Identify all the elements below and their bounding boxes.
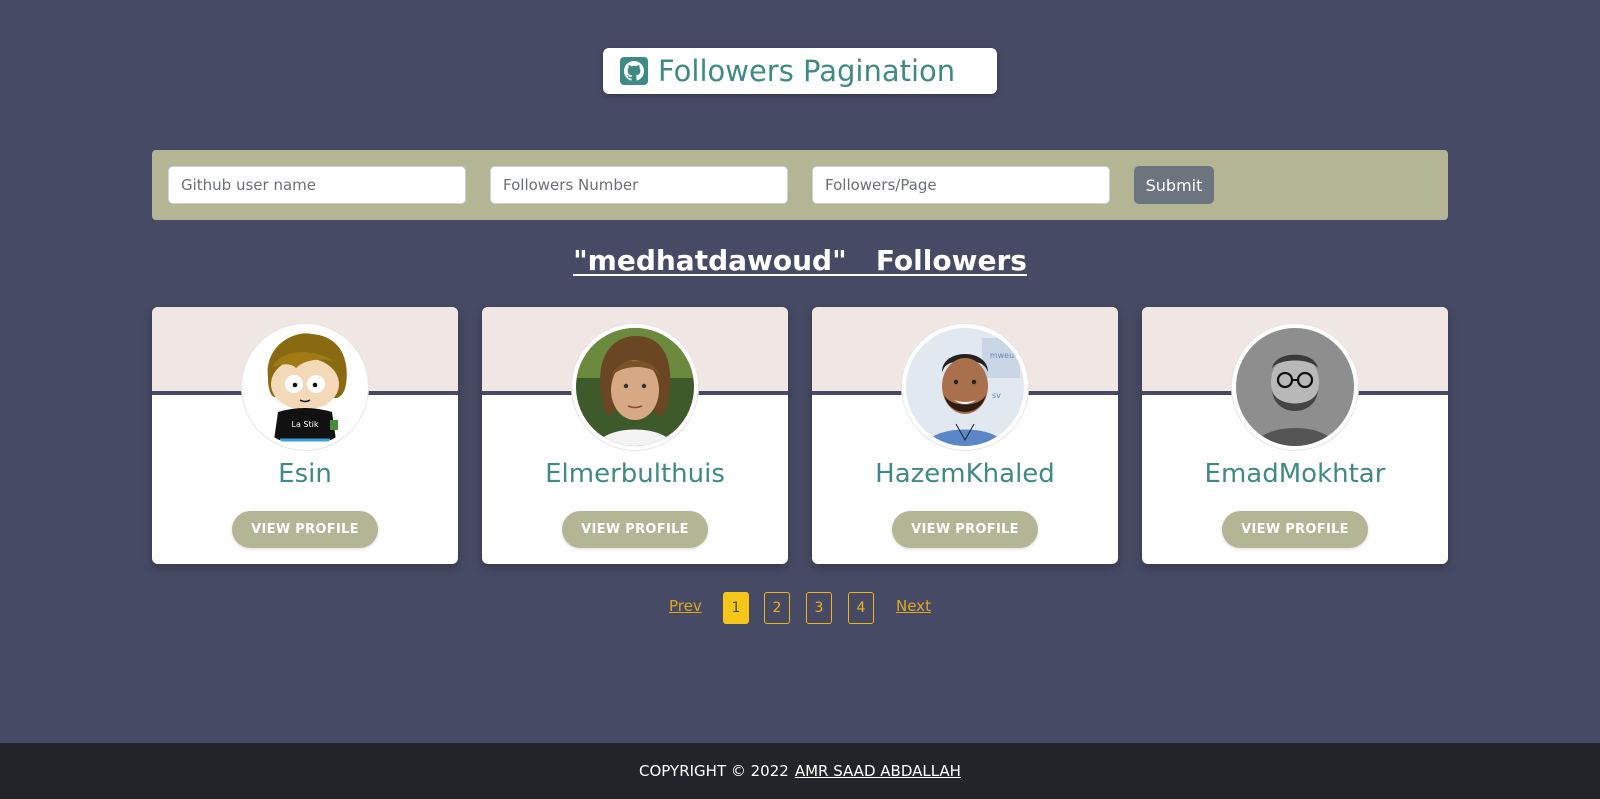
follower-name: Esin <box>278 459 332 489</box>
portrait-avatar-icon <box>576 328 694 446</box>
submit-button[interactable]: Submit <box>1134 166 1214 204</box>
portrait-avatar-icon <box>1236 328 1354 446</box>
page-title-box: Followers Pagination <box>603 48 997 94</box>
view-profile-button[interactable]: VIEW PROFILE <box>1222 511 1368 548</box>
follower-avatar <box>1232 324 1358 450</box>
portrait-avatar-icon: mweu sv <box>906 328 1024 446</box>
cartoon-avatar-icon: La Stik <box>246 328 364 446</box>
svg-text:sv: sv <box>992 391 1001 400</box>
view-profile-button[interactable]: VIEW PROFILE <box>232 511 378 548</box>
author-link[interactable]: AMR SAAD ABDALLAH <box>795 762 961 780</box>
followers-number-input[interactable] <box>490 166 788 204</box>
copyright-text: COPYRIGHT © 2022 <box>639 762 789 780</box>
page-button-3[interactable]: 3 <box>806 592 832 624</box>
follower-card: EmadMokhtar VIEW PROFILE <box>1142 307 1448 564</box>
pagination: Prev 1 2 3 4 Next <box>0 592 1600 624</box>
github-username-input[interactable] <box>168 166 466 204</box>
next-page-link[interactable]: Next <box>896 597 931 615</box>
view-profile-button[interactable]: VIEW PROFILE <box>892 511 1038 548</box>
page-button-2[interactable]: 2 <box>764 592 790 624</box>
svg-text:La Stik: La Stik <box>292 420 319 429</box>
followers-per-page-input[interactable] <box>812 166 1110 204</box>
follower-avatar <box>572 324 698 450</box>
search-form: Submit <box>152 150 1448 220</box>
follower-name: HazemKhaled <box>875 459 1055 489</box>
page-title: Followers Pagination <box>658 54 956 88</box>
github-icon <box>620 57 648 85</box>
svg-text:mweu: mweu <box>990 351 1014 360</box>
prev-page-link[interactable]: Prev <box>669 597 702 615</box>
footer: COPYRIGHT © 2022 AMR SAAD ABDALLAH <box>0 743 1600 799</box>
page-button-4[interactable]: 4 <box>848 592 874 624</box>
follower-avatar: mweu sv <box>902 324 1028 450</box>
view-profile-button[interactable]: VIEW PROFILE <box>562 511 708 548</box>
followers-heading: "medhatdawoud" Followers <box>573 244 1027 277</box>
page-button-1[interactable]: 1 <box>723 592 749 624</box>
follower-card: mweu sv HazemKhaled VIEW PROFILE <box>812 307 1118 564</box>
follower-name: EmadMokhtar <box>1204 459 1386 489</box>
follower-card: Elmerbulthuis VIEW PROFILE <box>482 307 788 564</box>
follower-name: Elmerbulthuis <box>545 459 725 489</box>
follower-card: La Stik Esin VIEW PROFILE <box>152 307 458 564</box>
follower-avatar: La Stik <box>242 324 368 450</box>
